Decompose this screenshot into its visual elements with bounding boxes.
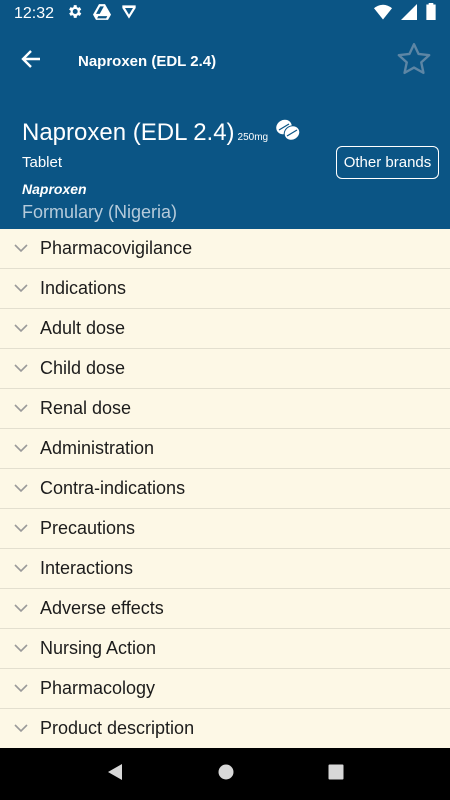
star-outline-icon [396, 42, 432, 81]
chevron-down-icon [0, 444, 40, 453]
chevron-down-icon [0, 244, 40, 253]
section-indications[interactable]: Indications [0, 269, 450, 309]
wifi-icon [374, 4, 392, 25]
chevron-down-icon [0, 484, 40, 493]
drive-icon [93, 3, 112, 25]
home-circle-icon[interactable] [217, 763, 235, 786]
favorite-button[interactable] [384, 33, 444, 89]
section-label: Pharmacovigilance [40, 238, 193, 258]
chevron-down-icon [0, 564, 40, 573]
section-label: Nursing Action [40, 638, 157, 658]
section-interactions[interactable]: Interactions [0, 549, 450, 589]
drug-name: Naproxen (EDL 2.4) [22, 119, 235, 146]
section-label: Interactions [40, 558, 134, 578]
section-list: Pharmacovigilance Indications Adult dose… [0, 229, 450, 749]
app-bar: Naproxen (EDL 2.4) [0, 28, 450, 94]
system-nav-bar [0, 748, 450, 800]
drug-header: Naproxen (EDL 2.4) 250mg Tablet Naproxen… [0, 94, 450, 229]
status-time: 12:32 [14, 5, 55, 22]
chevron-down-icon [0, 284, 40, 293]
other-brands-button[interactable]: Other brands [336, 146, 439, 179]
section-product-description[interactable]: Product description [0, 709, 450, 749]
chevron-down-icon [0, 724, 40, 733]
drug-formulary-source: Formulary (Nigeria) [22, 202, 178, 222]
section-label: Adult dose [40, 318, 126, 338]
battery-icon [426, 3, 436, 25]
check-icon [121, 4, 137, 25]
chevron-down-icon [0, 324, 40, 333]
arrow-left-icon [21, 49, 41, 73]
chevron-down-icon [0, 364, 40, 373]
chevron-down-icon [0, 404, 40, 413]
signal-icon [401, 3, 417, 25]
section-child-dose[interactable]: Child dose [0, 349, 450, 389]
section-label: Precautions [40, 518, 136, 538]
gear-icon [66, 3, 83, 25]
app-title: Naproxen (EDL 2.4) [78, 52, 217, 70]
section-adult-dose[interactable]: Adult dose [0, 309, 450, 349]
section-contra-indications[interactable]: Contra-indications [0, 469, 450, 509]
chevron-down-icon [0, 524, 40, 533]
section-label: Pharmacology [40, 678, 156, 698]
status-bar: 12:32 [0, 0, 450, 28]
drug-generic-name: Naproxen [22, 181, 87, 197]
chevron-down-icon [0, 644, 40, 653]
section-nursing-action[interactable]: Nursing Action [0, 629, 450, 669]
section-label: Renal dose [40, 398, 132, 418]
section-label: Contra-indications [40, 478, 186, 498]
recents-square-icon[interactable] [328, 764, 344, 785]
back-button[interactable] [0, 33, 62, 89]
drug-form: Tablet [22, 154, 63, 171]
drug-strength: 250mg [237, 132, 269, 143]
chevron-down-icon [0, 604, 40, 613]
section-label: Child dose [40, 358, 126, 378]
pill-icon [274, 118, 302, 147]
section-adverse-effects[interactable]: Adverse effects [0, 589, 450, 629]
section-renal-dose[interactable]: Renal dose [0, 389, 450, 429]
section-label: Product description [40, 718, 195, 738]
section-label: Indications [40, 278, 127, 298]
section-administration[interactable]: Administration [0, 429, 450, 469]
section-precautions[interactable]: Precautions [0, 509, 450, 549]
chevron-down-icon [0, 684, 40, 693]
section-label: Adverse effects [40, 598, 164, 618]
back-triangle-icon[interactable] [106, 763, 124, 786]
section-pharmacology[interactable]: Pharmacology [0, 669, 450, 709]
section-label: Administration [40, 438, 155, 458]
section-pharmacovigilance[interactable]: Pharmacovigilance [0, 229, 450, 269]
